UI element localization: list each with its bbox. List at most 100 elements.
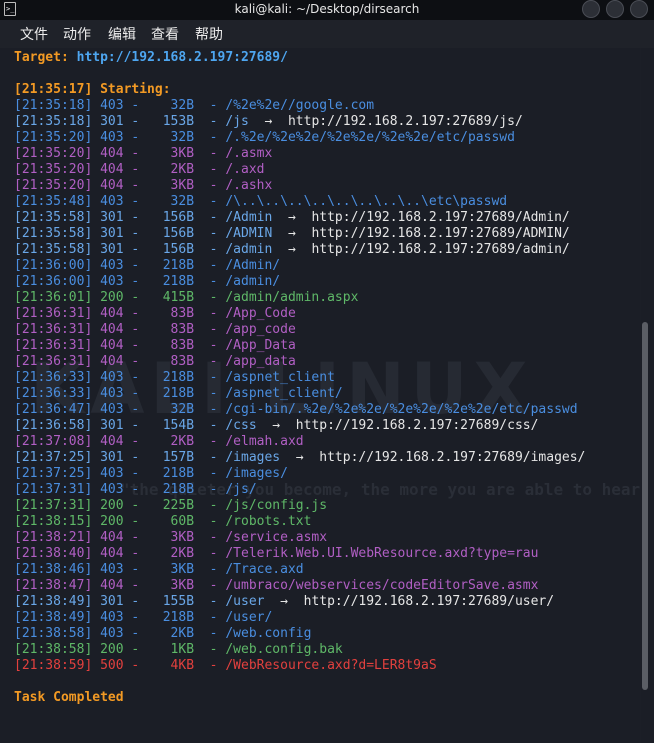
menu-edit[interactable]: 编辑 (108, 24, 136, 44)
row-redirect-url: http://192.168.2.197:27689/css/ (295, 418, 539, 433)
row-path: /images/ (225, 466, 288, 481)
row-path: /elmah.axd (225, 434, 304, 449)
row-time: [21:37:25] (14, 450, 93, 465)
result-row: [21:36:33] 403 - 218B - /aspnet_client (14, 370, 335, 385)
row-status-code: 403 (100, 98, 124, 113)
row-status-code: 403 (100, 386, 124, 401)
row-size: 83B (170, 306, 195, 321)
row-path: /.axd (225, 162, 265, 177)
row-status-code: 301 (100, 226, 124, 241)
row-status-code: 403 (100, 258, 124, 273)
row-path: /Telerik.Web.UI.WebResource.axd?type=rau (225, 546, 539, 561)
terminal-window: >_ kali@kali: ~/Desktop/dirsearch 文件 动作 … (0, 0, 654, 743)
row-path: /\..\..\..\..\..\..\..\..\etc\passwd (225, 194, 508, 209)
result-row: [21:36:58] 301 - 154B - /css → http://19… (14, 418, 539, 433)
target-label: Target: (14, 50, 69, 65)
row-status-code: 403 (100, 562, 124, 577)
row-time: [21:37:31] (14, 498, 93, 513)
row-redirect-url: http://192.168.2.197:27689/user/ (303, 594, 555, 609)
terminal-output[interactable]: KALI LINUX "the quieter you become, the … (0, 48, 640, 743)
row-path: /aspnet_client/ (225, 386, 343, 401)
row-time: [21:38:49] (14, 610, 93, 625)
row-status-code: 404 (100, 322, 124, 337)
row-size: 2KB (170, 626, 195, 641)
row-path: /user (225, 594, 265, 609)
row-size: 154B (162, 418, 195, 433)
scrollbar-thumb[interactable] (642, 322, 648, 690)
menu-action[interactable]: 动作 (63, 24, 91, 44)
minimize-button[interactable] (582, 0, 600, 18)
task-completed: Task Completed (14, 690, 124, 705)
menu-view[interactable]: 查看 (151, 24, 179, 44)
title-bar[interactable]: >_ kali@kali: ~/Desktop/dirsearch (0, 0, 654, 20)
row-path: /service.asmx (225, 530, 328, 545)
row-time: [21:38:21] (14, 530, 93, 545)
row-time: [21:38:59] (14, 658, 93, 673)
row-size: 3KB (170, 146, 195, 161)
result-row: [21:35:20] 404 - 3KB - /.asmx (14, 146, 273, 161)
row-size: 83B (170, 354, 195, 369)
result-row: [21:36:31] 404 - 83B - /app_data (14, 354, 296, 369)
result-row: [21:38:58] 403 - 2KB - /web.config (14, 626, 312, 641)
row-size: 1KB (170, 642, 195, 657)
row-size: 218B (162, 370, 195, 385)
row-time: [21:36:58] (14, 418, 93, 433)
row-status-code: 404 (100, 530, 124, 545)
close-button[interactable] (630, 0, 648, 18)
row-status-code: 403 (100, 610, 124, 625)
maximize-button[interactable] (606, 0, 624, 18)
row-status-code: 301 (100, 242, 124, 257)
target-url: http://192.168.2.197:27689/ (76, 50, 288, 65)
redirect-arrow-icon: → (272, 226, 312, 241)
row-status-code: 301 (100, 594, 124, 609)
row-time: [21:36:31] (14, 306, 93, 321)
result-row: [21:38:15] 200 - 60B - /robots.txt (14, 514, 312, 529)
row-path: /App_Code (225, 306, 296, 321)
menu-help[interactable]: 帮助 (195, 24, 223, 44)
result-row: [21:35:58] 301 - 156B - /ADMIN → http://… (14, 226, 570, 241)
row-time: [21:35:20] (14, 162, 93, 177)
starting-line: [21:35:17] Starting: (14, 82, 171, 97)
row-status-code: 404 (100, 546, 124, 561)
row-status-code: 404 (100, 434, 124, 449)
result-row: [21:35:20] 404 - 3KB - /.ashx (14, 178, 273, 193)
row-time: [21:35:20] (14, 146, 93, 161)
result-row: [21:36:00] 403 - 218B - /admin/ (14, 274, 281, 289)
row-size: 157B (162, 450, 195, 465)
row-status-code: 404 (100, 178, 124, 193)
result-row: [21:37:08] 404 - 2KB - /elmah.axd (14, 434, 304, 449)
result-row: [21:36:47] 403 - 32B - /cgi-bin/.%2e/%2e… (14, 402, 578, 417)
row-path: /.%2e/%2e%2e/%2e%2e/%2e%2e/etc/passwd (225, 130, 515, 145)
row-status-code: 404 (100, 578, 124, 593)
row-path: /Admin/ (225, 258, 281, 273)
row-path: /admin/ (225, 274, 281, 289)
result-row: [21:36:31] 404 - 83B - /App_Data (14, 338, 296, 353)
row-size: 3KB (170, 530, 195, 545)
row-time: [21:36:31] (14, 338, 93, 353)
row-time: [21:38:58] (14, 626, 93, 641)
row-status-code: 301 (100, 450, 124, 465)
row-status-code: 500 (100, 658, 124, 673)
row-status-code: 200 (100, 514, 124, 529)
row-status-code: 404 (100, 162, 124, 177)
row-status-code: 301 (100, 114, 124, 129)
row-time: [21:35:58] (14, 226, 93, 241)
row-size: 153B (162, 114, 195, 129)
result-row: [21:37:31] 403 - 218B - /js/ (14, 482, 257, 497)
row-path: /Admin (225, 210, 273, 225)
row-path: /.ashx (225, 178, 273, 193)
row-status-code: 403 (100, 402, 124, 417)
result-row: [21:35:20] 404 - 2KB - /.axd (14, 162, 265, 177)
row-time: [21:36:31] (14, 322, 93, 337)
row-status-code: 301 (100, 418, 124, 433)
row-path: /js/config.js (225, 498, 328, 513)
redirect-arrow-icon: → (256, 418, 296, 433)
row-size: 218B (162, 386, 195, 401)
row-time: [21:36:01] (14, 290, 93, 305)
result-row: [21:35:20] 403 - 32B - /.%2e/%2e%2e/%2e%… (14, 130, 515, 145)
row-path: /Trace.axd (225, 562, 304, 577)
menu-file[interactable]: 文件 (20, 24, 48, 44)
row-status-code: 403 (100, 370, 124, 385)
row-path: /js/ (225, 482, 257, 497)
row-time: [21:36:33] (14, 370, 93, 385)
